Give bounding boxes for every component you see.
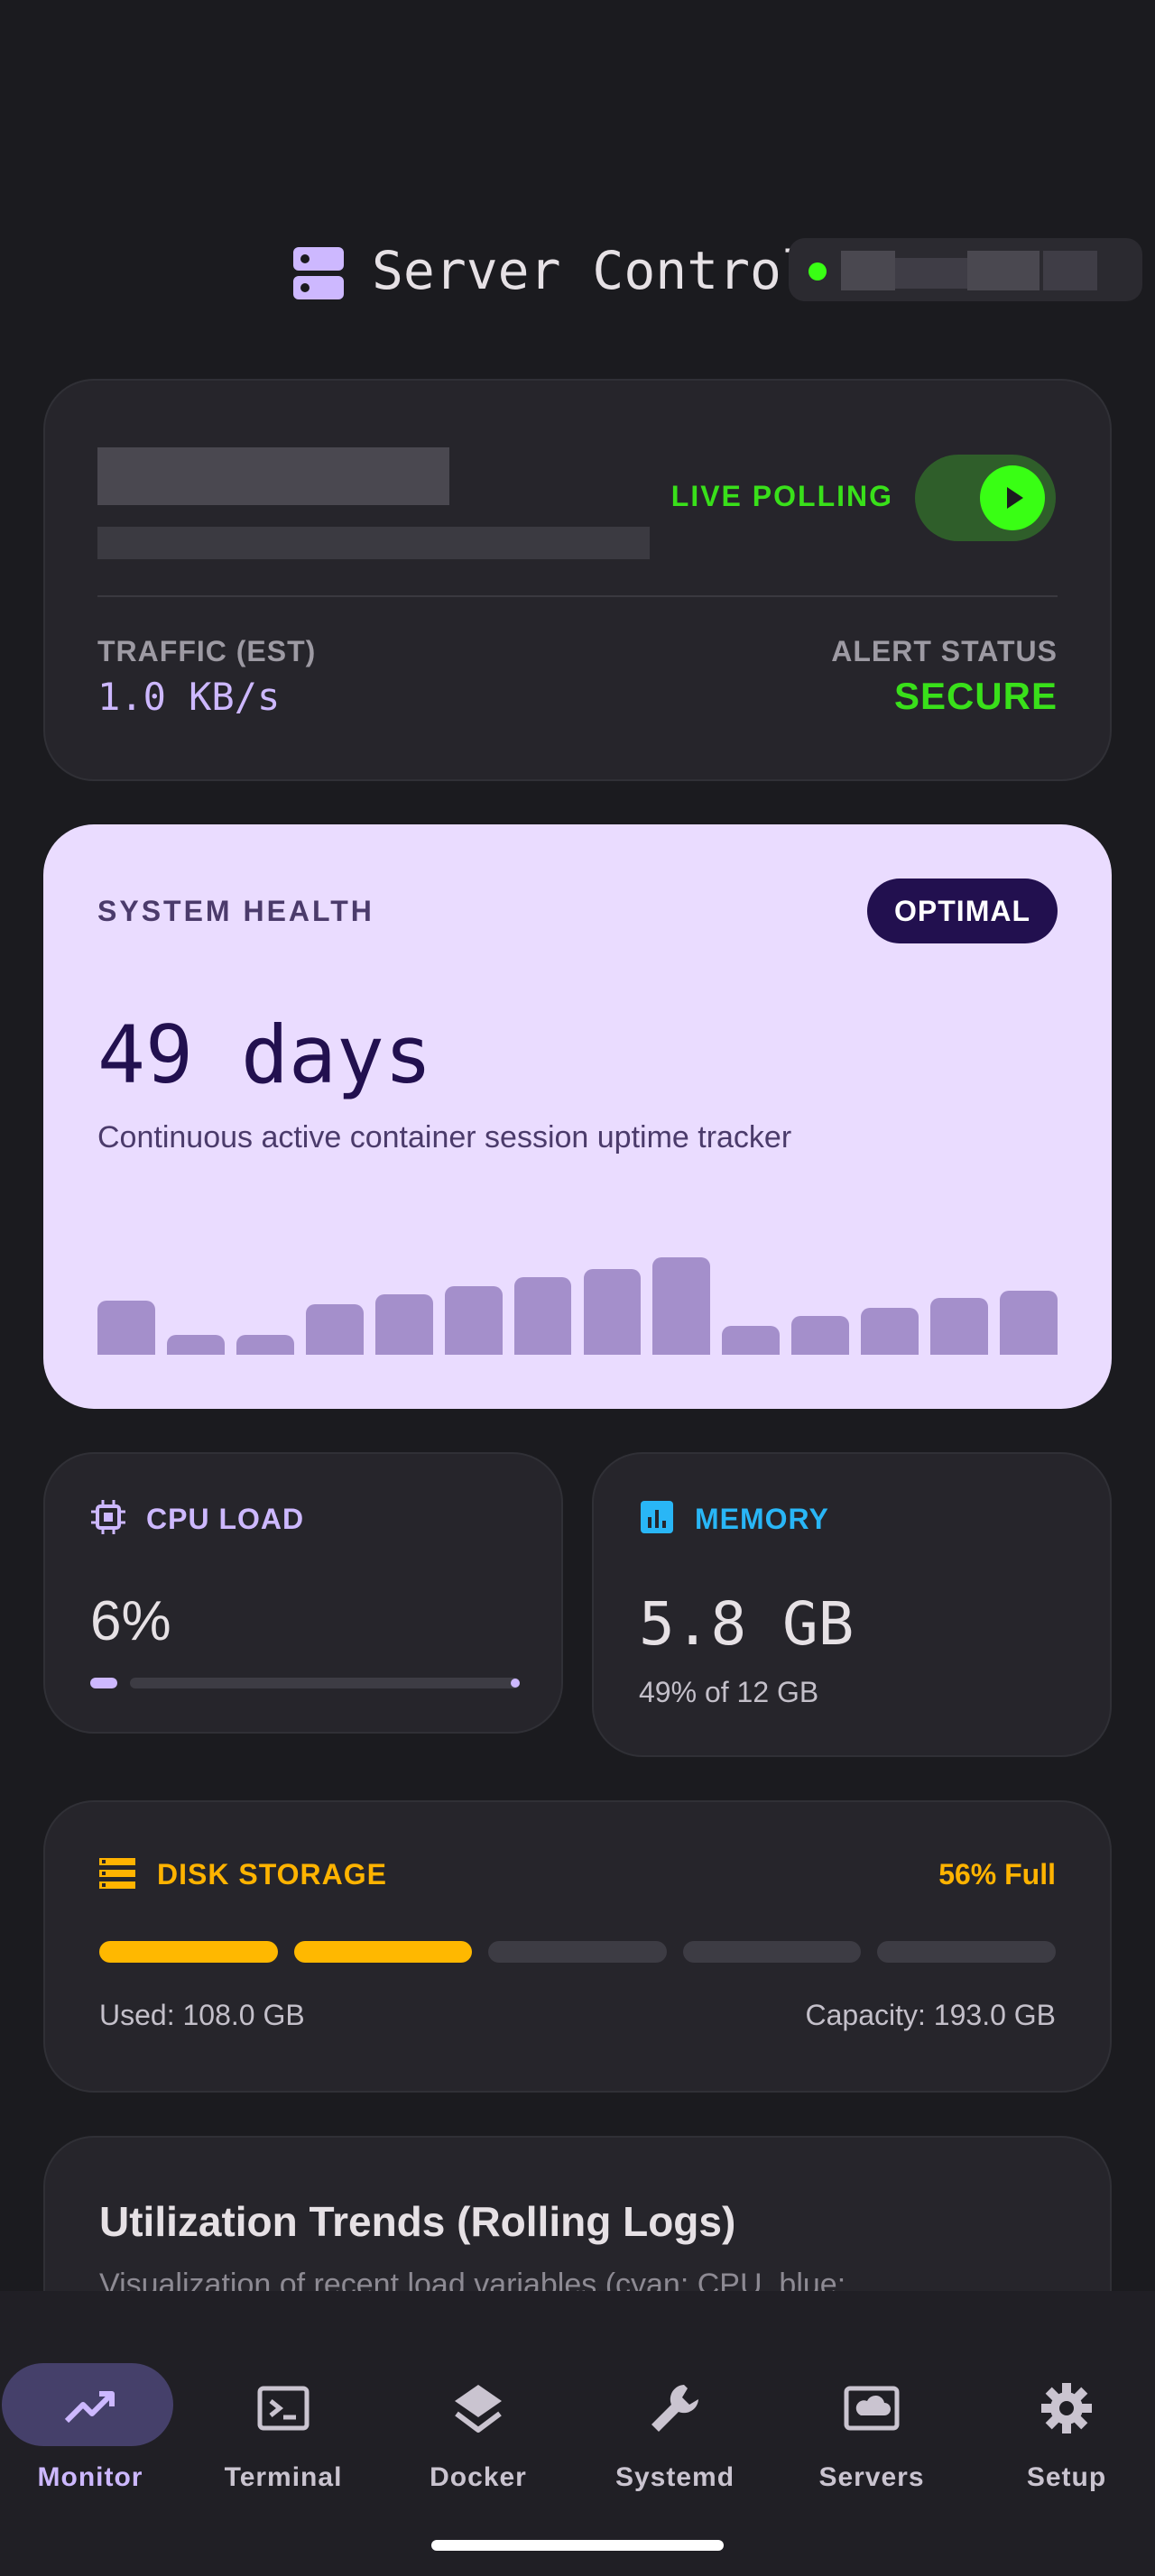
sparkline-bar (97, 1301, 155, 1355)
disk-capacity: Capacity: 193.0 GB (805, 1999, 1056, 2031)
nav-docker-label: Docker (430, 2462, 527, 2492)
nav-servers-label: Servers (818, 2462, 925, 2492)
cpu-load-card[interactable]: CPU LOAD 6% (43, 1452, 563, 1734)
sparkline-bar (722, 1326, 781, 1355)
alert-status-label: ALERT STATUS (831, 635, 1058, 667)
alert-status-value: SECURE (893, 675, 1058, 717)
health-badge: OPTIMAL (867, 879, 1058, 943)
trending-up-icon (64, 2391, 115, 2424)
wrench-icon (651, 2385, 698, 2432)
memory-chart-icon (641, 1501, 673, 1533)
gear-icon (1041, 2383, 1092, 2433)
sparkline-bar (583, 1269, 642, 1355)
sparkline-bar (513, 1277, 572, 1355)
bottom-navigation: Monitor Terminal Docker Systemd Servers (0, 2291, 1155, 2576)
uptime-value: 49 days (97, 1008, 432, 1101)
cloud-server-icon (844, 2386, 900, 2431)
server-info-card: LIVE POLLING TRAFFIC (EST) 1.0 KB/s ALER… (43, 379, 1112, 781)
connection-chip[interactable] (789, 238, 1142, 301)
layers-icon (455, 2385, 502, 2433)
nav-docker[interactable]: Docker (388, 2327, 568, 2492)
sparkline-bar (374, 1294, 433, 1355)
nav-monitor-label: Monitor (37, 2462, 143, 2492)
disk-segment (293, 1941, 473, 1963)
traffic-label: TRAFFIC (EST) (97, 635, 317, 667)
nav-systemd-label: Systemd (614, 2462, 735, 2492)
disk-segment (99, 1941, 278, 1963)
nav-systemd[interactable]: Systemd (585, 2327, 765, 2492)
uptime-sparkline (97, 1243, 1058, 1355)
sparkline-bar (861, 1308, 919, 1355)
nav-terminal-label: Terminal (224, 2462, 343, 2492)
divider (97, 595, 1058, 597)
nav-terminal[interactable]: Terminal (193, 2327, 374, 2492)
disk-storage-card[interactable]: DISK STORAGE 56% Full Used: 108.0 GB Cap… (43, 1800, 1112, 2093)
uptime-subtitle: Continuous active container session upti… (97, 1120, 792, 1155)
system-health-label: SYSTEM HEALTH (97, 895, 374, 927)
disk-segment (488, 1941, 667, 1963)
nav-servers[interactable]: Servers (781, 2327, 962, 2492)
cpu-load-bar (90, 1678, 520, 1688)
nav-setup[interactable]: Setup (976, 2327, 1155, 2492)
sparkline-bar (1000, 1291, 1058, 1355)
sparkline-bar (930, 1298, 989, 1355)
server-icon (293, 247, 344, 299)
memory-label: MEMORY (695, 1503, 829, 1535)
app-header: Server Control (0, 235, 1155, 307)
live-polling-toggle[interactable] (915, 455, 1056, 541)
sparkline-bar (444, 1286, 503, 1355)
home-indicator[interactable] (431, 2540, 724, 2551)
connection-status-dot (808, 262, 827, 281)
sparkline-bar (652, 1257, 711, 1355)
cpu-load-value: 6% (90, 1590, 171, 1652)
cpu-load-label: CPU LOAD (146, 1503, 305, 1535)
server-address-redacted (97, 527, 650, 559)
disk-percent: 56% Full (938, 1858, 1056, 1891)
play-icon (980, 465, 1045, 530)
trends-title: Utilization Trends (Rolling Logs) (99, 2198, 736, 2245)
memory-value: 5.8 GB (639, 1589, 855, 1659)
nav-monitor[interactable]: Monitor (0, 2327, 180, 2492)
cpu-chip-icon (91, 1500, 125, 1534)
storage-stack-icon (99, 1858, 135, 1889)
system-health-card[interactable]: SYSTEM HEALTH OPTIMAL 49 days Continuous… (43, 824, 1112, 1409)
disk-storage-label: DISK STORAGE (157, 1858, 387, 1891)
disk-usage-bar (99, 1941, 1056, 1963)
sparkline-bar (305, 1304, 364, 1355)
sparkline-bar (791, 1316, 850, 1355)
server-name-redacted (97, 447, 449, 505)
nav-setup-label: Setup (1026, 2462, 1107, 2492)
disk-segment (682, 1941, 862, 1963)
app-title: Server Control (372, 240, 813, 301)
memory-subtext: 49% of 12 GB (639, 1676, 819, 1708)
disk-used: Used: 108.0 GB (99, 1999, 305, 2031)
live-polling-label: LIVE POLLING (670, 480, 893, 512)
memory-card[interactable]: MEMORY 5.8 GB 49% of 12 GB (592, 1452, 1112, 1757)
sparkline-bar (236, 1335, 294, 1355)
disk-segment (877, 1941, 1056, 1963)
sparkline-bar (166, 1335, 225, 1355)
terminal-icon (257, 2386, 310, 2431)
cpu-load-fill (90, 1678, 117, 1688)
traffic-value: 1.0 KB/s (97, 675, 281, 719)
